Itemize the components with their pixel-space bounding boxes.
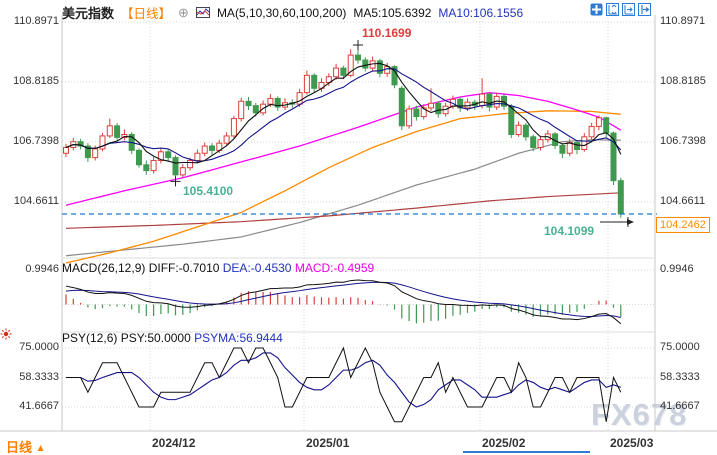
ma-params-label[interactable]: MA(5,10,30,60,100,200) [217,6,346,20]
ma10-value: MA10:106.1556 [438,5,524,20]
ma5-value: MA5:105.6392 [353,5,432,20]
period-label: 日线 [6,440,33,455]
fit-vertical-icon[interactable] [606,3,619,16]
crosshair-icon[interactable] [590,3,603,16]
chart-header: 美元指数 【日线】 ⊕ MA(5,10,30,60,100,200) MA5:1… [62,3,523,22]
chart-plot[interactable] [0,0,717,455]
zoom-axis-icon[interactable] [622,3,635,16]
scroll-indicator[interactable] [463,451,590,453]
period-tag[interactable]: 【日线】 [121,3,171,22]
triangle-up-icon: ▲ [35,443,46,454]
symbol-title: 美元指数 [62,6,115,21]
chart-window: FX678 美元指数 【日线】 ⊕ MA(5,10,30,60,100,200)… [0,0,717,455]
period-selector[interactable]: 日线 ▲ [6,437,46,455]
add-indicator-icon[interactable]: ⊕ [178,5,189,21]
last-price-box: 104.2462 [656,217,710,233]
chart-toolbar [590,3,651,16]
sun-badge-icon [0,327,14,346]
ma-chart-icon[interactable] [195,7,210,18]
pan-right-icon[interactable] [638,3,651,16]
